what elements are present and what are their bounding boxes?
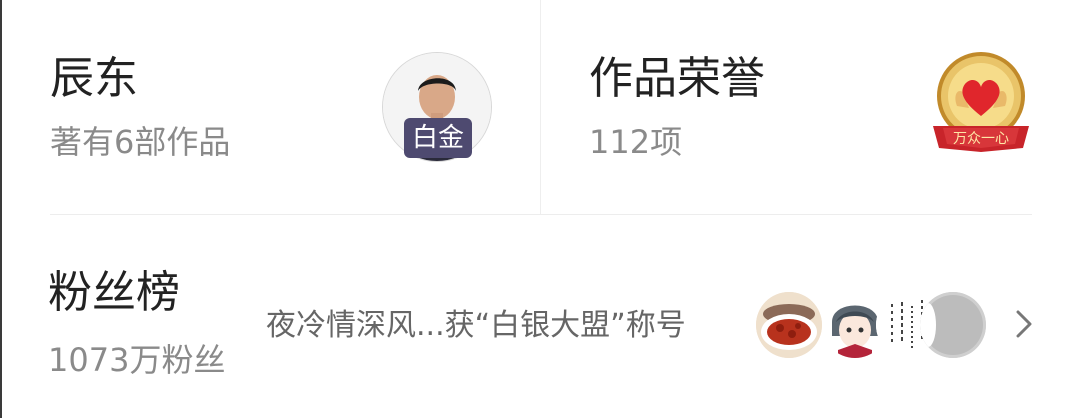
horizontal-divider — [50, 214, 1032, 215]
author-works-count: 著有6部作品 — [50, 123, 231, 161]
medal-label: 万众一心 — [953, 131, 1009, 147]
chevron-right-icon[interactable] — [1010, 304, 1038, 344]
fan-avatar-food[interactable] — [756, 292, 822, 358]
honors-count: 112项 — [589, 123, 683, 161]
fans-title: 粉丝榜 — [48, 267, 180, 318]
fans-count: 1073万粉丝 — [48, 341, 226, 379]
gray-disc-avatar-icon — [920, 292, 986, 358]
platinum-badge: 白金 — [404, 118, 472, 158]
food-avatar-icon — [756, 292, 822, 358]
honors-card[interactable]: 作品荣誉 112项 万众一心 — [541, 0, 1080, 214]
heart-medal-icon: 万众一心 — [933, 52, 1029, 152]
honors-title: 作品荣誉 — [589, 53, 765, 104]
fans-latest-message[interactable]: 夜冷情深风...获“白银大盟”称号 — [266, 306, 686, 346]
fan-avatar-disc[interactable] — [920, 292, 986, 358]
author-name: 辰东 — [50, 53, 138, 104]
